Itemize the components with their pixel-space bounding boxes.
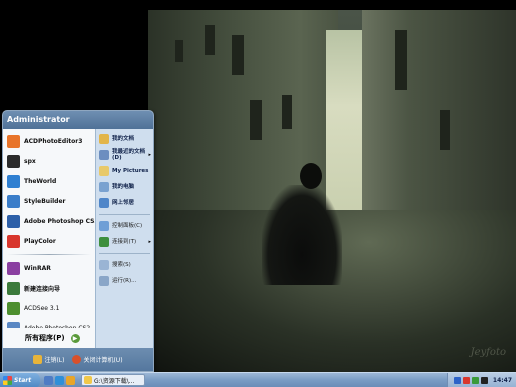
item-label: 新建连接向导 xyxy=(24,285,61,293)
recent-documents-icon xyxy=(99,150,109,160)
network-places-icon xyxy=(99,198,109,208)
submenu-arrow-icon: ▸ xyxy=(148,152,151,158)
my-computer-icon xyxy=(99,182,109,192)
start-menu-user-name: Administrator xyxy=(3,111,153,129)
acdsee-icon xyxy=(7,301,20,315)
network-icon[interactable] xyxy=(471,376,479,384)
chevron-right-icon: ▶ xyxy=(70,333,80,343)
all-programs-button[interactable]: 所有程序(P) ▶ xyxy=(3,328,95,348)
item-label: ACDSee 3.1 xyxy=(24,304,60,312)
logoff-label: 注销(L) xyxy=(44,357,65,364)
start-menu-programs-pane: ACDPhotoEditor3 spx TheWorld StyleBuilder Ad… xyxy=(3,129,95,348)
item-label: 我的电脑 xyxy=(112,184,135,190)
program-item-stylebuilder[interactable]: StyleBuilder xyxy=(3,191,95,211)
place-item-my-computer[interactable]: 我的电脑 xyxy=(96,179,153,195)
place-item-control-panel[interactable]: 控制面板(C) xyxy=(96,218,153,234)
place-item-run[interactable]: 运行(R)... xyxy=(96,273,153,289)
item-label: TheWorld xyxy=(24,177,57,185)
program-item-photoshop[interactable]: Adobe Photoshop CS3 xyxy=(3,211,95,231)
start-menu-places-pane: 我的文档 我最近的文档(D) ▸ My Pictures 我的电脑 网上邻居 控制面板(C)… xyxy=(95,129,153,348)
item-label: spx xyxy=(24,157,36,165)
start-button[interactable]: Start xyxy=(0,372,40,387)
my-documents-icon xyxy=(99,134,109,144)
place-item-connect-to[interactable]: 连接到(T) ▸ xyxy=(96,234,153,250)
item-label: 我的文档 xyxy=(112,136,135,142)
search-icon xyxy=(99,260,109,270)
item-label: 网上邻居 xyxy=(112,200,135,206)
spx-icon xyxy=(7,154,20,168)
run-icon xyxy=(99,276,109,286)
windows-logo-icon xyxy=(3,375,12,385)
place-item-network-places[interactable]: 网上邻居 xyxy=(96,195,153,211)
item-label: ACDPhotoEditor3 xyxy=(24,137,83,145)
program-item-winrar[interactable]: WinRAR xyxy=(3,258,95,278)
item-label: 搜索(S) xyxy=(112,262,131,268)
connect-to-icon xyxy=(99,237,109,247)
program-item-network-wizard[interactable]: 新建连接向导 xyxy=(3,278,95,298)
taskbar-window-label: G:\资源下载\... xyxy=(94,377,135,385)
program-item-acdsee[interactable]: ACDSee 3.1 xyxy=(3,298,95,318)
item-label: PlayColor xyxy=(24,237,56,245)
program-item-theworld-browser[interactable]: TheWorld xyxy=(3,171,95,191)
my-pictures-icon xyxy=(99,166,109,176)
photoshop-icon xyxy=(7,214,20,228)
start-menu-footer: 注销(L) 关闭计算机(U) xyxy=(3,348,153,371)
antivirus-icon[interactable] xyxy=(462,376,470,384)
item-label: 连接到(T) xyxy=(112,239,137,245)
place-item-recent-documents[interactable]: 我最近的文档(D) ▸ xyxy=(96,147,153,163)
item-label: 运行(R)... xyxy=(112,278,137,284)
power-icon xyxy=(72,355,82,364)
taskbar: Start G:\资源下载\... 14:47 xyxy=(0,372,516,387)
network-wizard-icon xyxy=(7,281,20,295)
system-tray: 14:47 xyxy=(446,372,516,387)
control-panel-icon xyxy=(99,221,109,231)
start-menu: Administrator ACDPhotoEditor3 spx TheWorld… xyxy=(2,110,154,372)
item-label: 控制面板(C) xyxy=(112,223,143,229)
program-item-acdsee-photo-editor[interactable]: ACDPhotoEditor3 xyxy=(3,131,95,151)
clock[interactable]: 14:47 xyxy=(493,377,512,384)
theworld-browser-icon xyxy=(7,174,20,188)
start-label: Start xyxy=(14,376,32,384)
shutdown-button[interactable]: 关闭计算机(U) xyxy=(72,355,123,364)
ime-icon[interactable] xyxy=(453,376,461,384)
submenu-arrow-icon: ▸ xyxy=(148,239,151,245)
wallpaper-signature: Jeyfoto xyxy=(470,347,506,358)
winrar-icon xyxy=(7,261,20,275)
item-label: Adobe Photoshop CS3 xyxy=(24,217,95,225)
item-label: My Pictures xyxy=(112,168,149,174)
show-desktop-icon[interactable] xyxy=(44,375,53,385)
media-player-icon[interactable] xyxy=(66,375,75,385)
volume-icon[interactable] xyxy=(480,376,488,384)
all-programs-label: 所有程序(P) xyxy=(25,334,65,342)
place-item-search[interactable]: 搜索(S) xyxy=(96,257,153,273)
browser-icon[interactable] xyxy=(55,375,64,385)
stylebuilder-icon xyxy=(7,194,20,208)
shutdown-label: 关闭计算机(U) xyxy=(83,357,123,364)
place-item-my-documents[interactable]: 我的文档 xyxy=(96,131,153,147)
item-label: StyleBuilder xyxy=(24,197,66,205)
logoff-button[interactable]: 注销(L) xyxy=(33,355,64,364)
playcolor-icon xyxy=(7,234,20,248)
place-item-my-pictures[interactable]: My Pictures xyxy=(96,163,153,179)
item-label: 我最近的文档(D) xyxy=(112,149,146,161)
quick-launch xyxy=(44,375,75,385)
key-icon xyxy=(33,355,43,364)
folder-icon xyxy=(84,376,92,384)
program-item-spx[interactable]: spx xyxy=(3,151,95,171)
item-label: WinRAR xyxy=(24,264,51,272)
taskbar-window-button[interactable]: G:\资源下载\... xyxy=(81,374,145,386)
acdsee-photo-editor-icon xyxy=(7,134,20,148)
program-item-playcolor[interactable]: PlayColor xyxy=(3,231,95,251)
